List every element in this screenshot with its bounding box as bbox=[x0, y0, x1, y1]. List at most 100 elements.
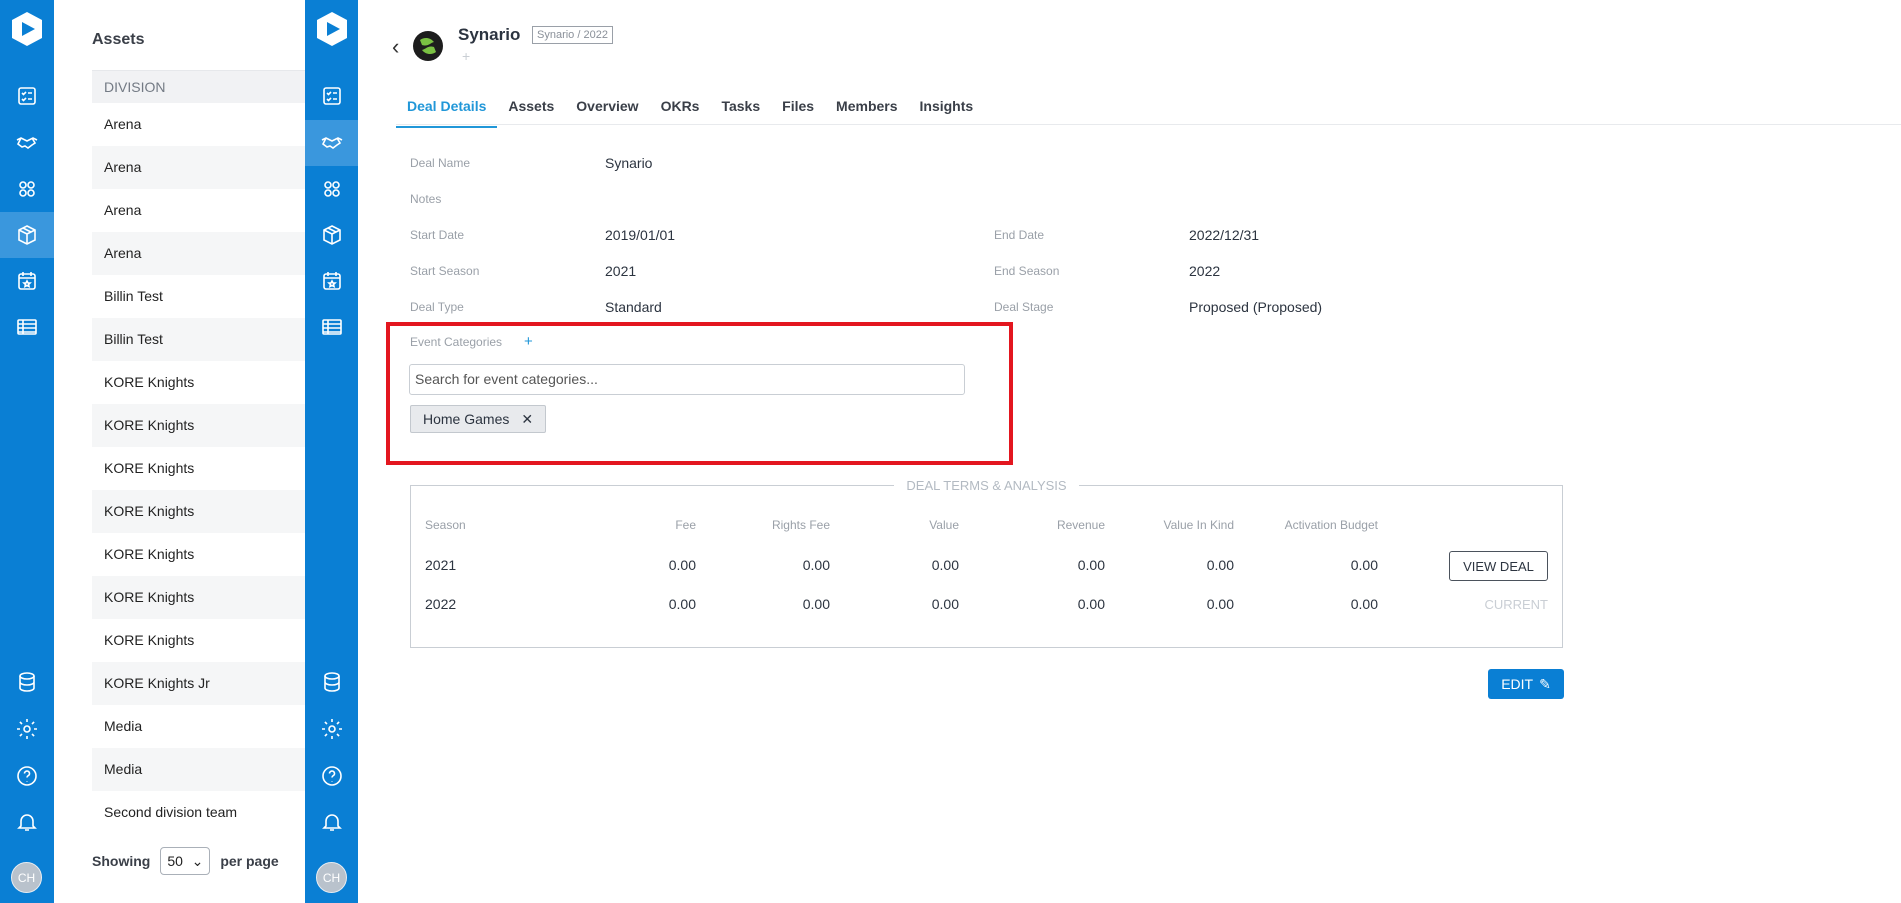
calendar-icon[interactable] bbox=[305, 258, 358, 304]
primary-nav-rail: CH bbox=[0, 0, 54, 903]
revenue-cell: 0.00 bbox=[1077, 557, 1105, 573]
add-event-category-icon[interactable]: + bbox=[524, 333, 533, 350]
column-header: Activation Budget bbox=[1284, 518, 1378, 532]
column-header: Fee bbox=[675, 518, 696, 532]
deal-tabs: Deal Details Assets Overview OKRs Tasks … bbox=[396, 94, 984, 128]
edit-label: EDIT bbox=[1501, 676, 1534, 692]
tab-tasks[interactable]: Tasks bbox=[710, 94, 771, 128]
deal-stage-label: Deal Stage bbox=[994, 300, 1054, 314]
activation-budget-cell: 0.00 bbox=[1350, 596, 1378, 612]
bell-icon[interactable] bbox=[305, 799, 358, 845]
list-item[interactable]: Media bbox=[92, 748, 305, 791]
list-item[interactable]: Billin Test bbox=[92, 318, 305, 361]
tab-members[interactable]: Members bbox=[825, 94, 908, 128]
start-season-label: Start Season bbox=[410, 264, 480, 278]
event-categories-label: Event Categories bbox=[410, 335, 503, 349]
help-icon[interactable] bbox=[305, 753, 358, 799]
box-icon[interactable] bbox=[305, 212, 358, 258]
value-in-kind-cell: 0.00 bbox=[1206, 557, 1234, 573]
list-item[interactable]: Billin Test bbox=[92, 275, 305, 318]
gear-icon[interactable] bbox=[305, 706, 358, 752]
box-icon[interactable] bbox=[0, 212, 54, 258]
tab-overview[interactable]: Overview bbox=[565, 94, 649, 128]
division-column-header[interactable]: DIVISION bbox=[92, 70, 305, 103]
per-page-select[interactable]: 50 ⌄ bbox=[160, 847, 211, 875]
close-icon[interactable]: ✕ bbox=[521, 411, 533, 428]
column-header: Season bbox=[425, 518, 466, 532]
deal-detail-main: ‹ Synario Synario / 2022 + Deal Details … bbox=[358, 0, 1901, 903]
checklist-icon[interactable] bbox=[305, 73, 358, 119]
fee-cell: 0.00 bbox=[668, 596, 696, 612]
people-icon[interactable] bbox=[0, 166, 54, 212]
list-item[interactable]: KORE Knights bbox=[92, 619, 305, 662]
start-season-value: 2021 bbox=[605, 263, 637, 279]
current-season-label: CURRENT bbox=[1484, 597, 1548, 612]
list-item[interactable]: Second division team bbox=[92, 791, 305, 834]
checklist-icon[interactable] bbox=[0, 73, 54, 119]
database-icon[interactable] bbox=[0, 659, 54, 705]
list-item[interactable]: KORE Knights bbox=[92, 361, 305, 404]
help-icon[interactable] bbox=[0, 753, 54, 799]
handshake-icon[interactable] bbox=[305, 120, 358, 166]
revenue-cell: 0.00 bbox=[1077, 596, 1105, 612]
user-avatar[interactable]: CH bbox=[11, 862, 42, 893]
tab-deal-details[interactable]: Deal Details bbox=[396, 94, 498, 128]
tab-insights[interactable]: Insights bbox=[909, 94, 985, 128]
database-icon[interactable] bbox=[305, 659, 358, 705]
list-item[interactable]: KORE Knights bbox=[92, 533, 305, 576]
assets-title: Assets bbox=[92, 31, 145, 48]
list-item[interactable]: KORE Knights bbox=[92, 404, 305, 447]
list-item[interactable]: Arena bbox=[92, 189, 305, 232]
list-item[interactable]: KORE Knights bbox=[92, 490, 305, 533]
event-category-chip: Home Games ✕ bbox=[410, 405, 547, 433]
tab-assets[interactable]: Assets bbox=[497, 94, 565, 128]
tab-files[interactable]: Files bbox=[771, 94, 825, 128]
calendar-icon[interactable] bbox=[0, 258, 54, 304]
app-logo[interactable] bbox=[8, 10, 46, 48]
deal-name-label: Deal Name bbox=[410, 156, 471, 170]
property-name: Synario bbox=[458, 25, 521, 44]
column-header: Value In Kind bbox=[1163, 518, 1235, 532]
gear-icon[interactable] bbox=[0, 706, 54, 752]
activation-budget-cell: 0.00 bbox=[1350, 557, 1378, 573]
list-item[interactable]: KORE Knights bbox=[92, 447, 305, 490]
chip-label: Home Games bbox=[423, 411, 510, 427]
column-header: Rights Fee bbox=[771, 518, 830, 532]
column-header: Value bbox=[929, 518, 959, 532]
edit-button[interactable]: EDIT ✎ bbox=[1488, 669, 1564, 699]
per-page-label: per page bbox=[220, 853, 279, 869]
end-season-value: 2022 bbox=[1189, 263, 1221, 279]
list-item[interactable]: Arena bbox=[92, 232, 305, 275]
people-icon[interactable] bbox=[305, 166, 358, 212]
add-tag-icon[interactable]: + bbox=[462, 48, 470, 64]
pagination-footer: Showing 50 ⌄ per page bbox=[92, 847, 279, 875]
season-cell: 2021 bbox=[425, 557, 457, 573]
app-logo[interactable] bbox=[313, 10, 351, 48]
fee-cell: 0.00 bbox=[668, 557, 696, 573]
user-avatar[interactable]: CH bbox=[316, 862, 347, 893]
deal-type-label: Deal Type bbox=[410, 300, 464, 314]
pencil-icon: ✎ bbox=[1539, 675, 1551, 692]
list-item[interactable]: KORE Knights Jr bbox=[92, 662, 305, 705]
deal-stage-value: Proposed (Proposed) bbox=[1189, 299, 1323, 315]
end-date-value: 2022/12/31 bbox=[1189, 227, 1260, 243]
list-item[interactable]: Media bbox=[92, 705, 305, 748]
tab-okrs[interactable]: OKRs bbox=[650, 94, 711, 128]
event-category-search-input[interactable]: Search for event categories... bbox=[409, 364, 965, 395]
deal-type-value: Standard bbox=[605, 299, 662, 315]
back-arrow-icon[interactable]: ‹ bbox=[392, 34, 399, 60]
table-icon[interactable] bbox=[0, 304, 54, 350]
assets-panel: Assets DIVISION Arena Arena Arena Arena … bbox=[54, 0, 305, 903]
value-cell: 0.00 bbox=[931, 596, 959, 612]
rights-fee-cell: 0.00 bbox=[802, 596, 830, 612]
bell-icon[interactable] bbox=[0, 799, 54, 845]
list-item[interactable]: Arena bbox=[92, 146, 305, 189]
end-date-label: End Date bbox=[994, 228, 1045, 242]
column-header: Revenue bbox=[1056, 518, 1105, 532]
table-icon[interactable] bbox=[305, 304, 358, 350]
handshake-icon[interactable] bbox=[0, 120, 54, 166]
list-item[interactable]: Arena bbox=[92, 103, 305, 146]
view-deal-button[interactable]: VIEW DEAL bbox=[1449, 551, 1548, 581]
list-item[interactable]: KORE Knights bbox=[92, 576, 305, 619]
secondary-nav-rail: CH bbox=[305, 0, 358, 903]
